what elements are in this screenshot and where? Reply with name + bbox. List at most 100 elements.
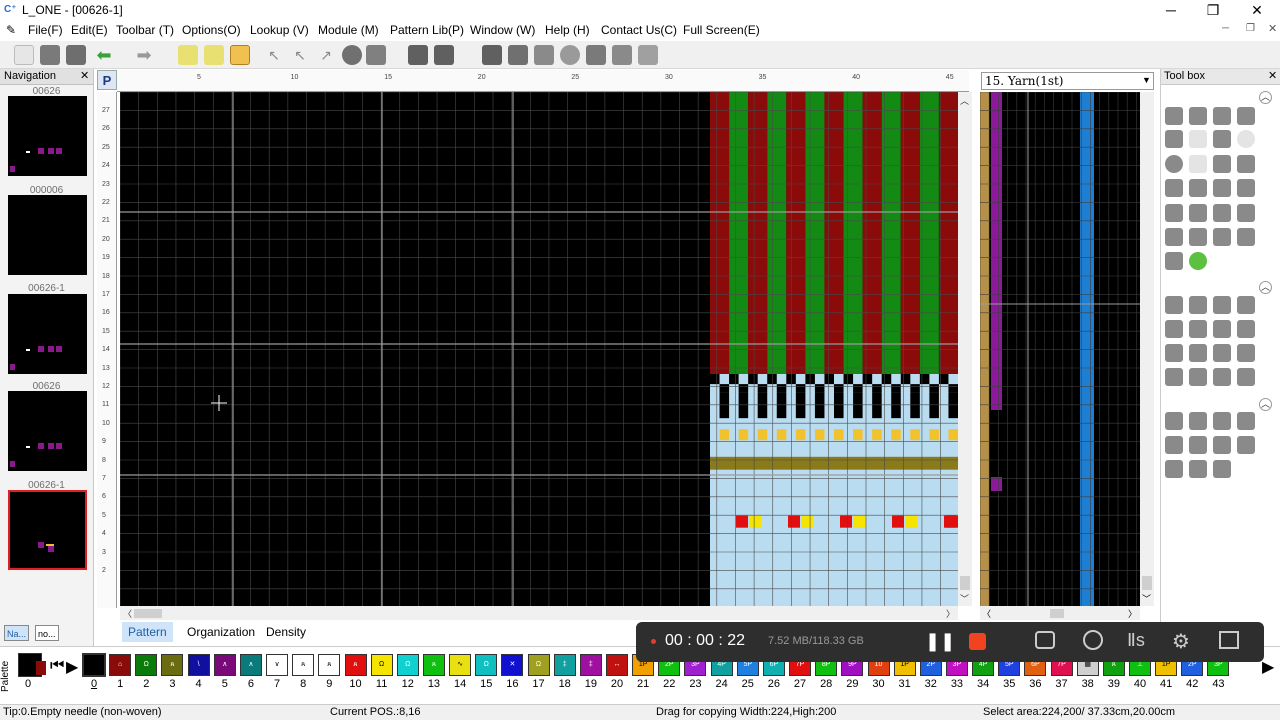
yarn-select[interactable]: 15. Yarn(1st) ▼ xyxy=(981,72,1154,90)
scroll-thumb[interactable] xyxy=(134,609,162,618)
pattern-icon[interactable] xyxy=(508,45,528,65)
secondary-color-swatch[interactable] xyxy=(36,661,46,675)
refresh-icon[interactable] xyxy=(1189,252,1207,270)
undo-icon[interactable]: ⬅ xyxy=(94,45,114,65)
select-icon[interactable]: ↖ xyxy=(264,45,284,65)
pen-icon[interactable] xyxy=(1213,107,1231,125)
nav-tab-navigation[interactable]: Na... xyxy=(4,625,30,641)
align-icon[interactable] xyxy=(408,45,428,65)
phone-icon[interactable] xyxy=(482,45,502,65)
stop-icon[interactable] xyxy=(969,633,986,650)
yarn-scrollbar[interactable]: ﹀ xyxy=(1140,92,1154,606)
palette-swatch[interactable]: Ω xyxy=(396,654,419,676)
menu-window[interactable]: Window (W) xyxy=(470,23,535,37)
menu-edit[interactable]: Edit(E) xyxy=(71,23,108,37)
scroll-thumb[interactable] xyxy=(1142,576,1152,590)
menu-contact-us[interactable]: Contact Us(C) xyxy=(601,23,677,37)
select-all-icon[interactable]: ↖ xyxy=(290,45,310,65)
tab-organization[interactable]: Organization xyxy=(181,622,262,642)
pencil-icon[interactable] xyxy=(1189,107,1207,125)
brush-icon[interactable] xyxy=(1237,107,1255,125)
nav-thumbnail-selected[interactable] xyxy=(8,490,87,570)
pause-icon[interactable]: ❚❚ xyxy=(925,631,955,652)
vertical-scrollbar[interactable]: ︿ ﹀ xyxy=(958,92,972,606)
select-grid-icon[interactable] xyxy=(1237,228,1255,246)
restore-button[interactable]: ❐ xyxy=(1190,0,1236,21)
scroll-up-icon[interactable]: ︿ xyxy=(960,94,969,107)
close-icon[interactable]: ✕ xyxy=(1268,69,1277,82)
dots-grid-icon[interactable] xyxy=(1213,228,1231,246)
phone-icon[interactable] xyxy=(1165,320,1183,338)
palette-swatch[interactable]: ✕ xyxy=(501,654,524,676)
horizontal-scrollbar[interactable]: 〈 〉 xyxy=(120,606,958,620)
palette-swatch[interactable]: Ω xyxy=(527,654,550,676)
layout-icon[interactable] xyxy=(1165,344,1183,362)
prev-icon[interactable]: ▶ xyxy=(66,657,78,677)
align-vertical-icon[interactable] xyxy=(1237,179,1255,197)
scroll-thumb[interactable] xyxy=(960,576,970,590)
palette-swatch[interactable]: ‡ xyxy=(579,654,602,676)
scroll-left-icon[interactable]: 〈 xyxy=(123,607,132,620)
collapse-icon[interactable]: ︿ xyxy=(1259,398,1272,411)
palette-swatch[interactable]: ጰ xyxy=(292,654,315,676)
menu-pattern-lib[interactable]: Pattern Lib(P) xyxy=(390,23,464,37)
menu-file[interactable]: File(F) xyxy=(28,23,63,37)
clamp-icon[interactable] xyxy=(1165,460,1183,478)
cut-icon[interactable] xyxy=(178,45,198,65)
pattern-icon[interactable] xyxy=(1213,368,1231,386)
first-icon[interactable]: ⏮ xyxy=(50,657,64,675)
redo-icon[interactable]: ➡ xyxy=(134,45,154,65)
align-right-icon[interactable] xyxy=(1213,179,1231,197)
gear-icon[interactable]: ⚙ xyxy=(1172,629,1190,654)
ellipse-outline-icon[interactable] xyxy=(1237,130,1255,148)
scroll-right-icon[interactable]: 〉 xyxy=(946,607,955,620)
next-icon[interactable]: ▶ xyxy=(1262,657,1274,677)
palette-swatch[interactable]: Ω xyxy=(370,654,393,676)
collapse-icon[interactable]: ︿ xyxy=(1259,91,1272,104)
distribute-icon[interactable] xyxy=(1165,204,1183,222)
close-button[interactable]: ✕ xyxy=(1234,0,1280,21)
menu-help[interactable]: Help (H) xyxy=(545,23,590,37)
chain-icon[interactable] xyxy=(1165,228,1183,246)
palette-swatch[interactable]: \ xyxy=(187,654,210,676)
document-icon[interactable]: ✎ xyxy=(6,23,20,37)
list-icon[interactable] xyxy=(1165,368,1183,386)
tab-density[interactable]: Density xyxy=(260,622,313,642)
open-icon[interactable] xyxy=(40,45,60,65)
fill-icon[interactable] xyxy=(1189,320,1207,338)
minimize-recorder-icon[interactable] xyxy=(1219,631,1239,649)
diamond-fill-icon[interactable] xyxy=(1213,155,1231,173)
ruler-icon[interactable] xyxy=(1165,296,1183,314)
minimize-button[interactable]: ─ xyxy=(1148,0,1194,21)
eraser-icon[interactable] xyxy=(1165,107,1183,125)
palette-swatch[interactable]: ∧ xyxy=(213,654,236,676)
nav-thumbnail[interactable] xyxy=(8,391,87,471)
draw-icon[interactable]: Ⅱs xyxy=(1127,630,1145,651)
camera-icon[interactable] xyxy=(1035,631,1055,649)
tab-pattern[interactable]: Pattern xyxy=(122,622,173,642)
mdi-restore-icon[interactable]: ❐ xyxy=(1246,23,1255,34)
yarn-grid[interactable] xyxy=(979,91,1140,606)
ruler-corner[interactable]: P xyxy=(97,70,117,90)
distribute-icon[interactable] xyxy=(434,45,454,65)
rectangle-fill-icon[interactable] xyxy=(1213,130,1231,148)
pac-icon[interactable] xyxy=(1165,412,1183,430)
mdi-close-icon[interactable]: ✕ xyxy=(1268,22,1277,35)
menu-module[interactable]: Module (M) xyxy=(318,23,379,37)
copy-icon[interactable] xyxy=(204,45,224,65)
rectangle-outline-icon[interactable] xyxy=(1189,130,1207,148)
transform-icon[interactable] xyxy=(1237,296,1255,314)
timer-icon[interactable] xyxy=(1083,630,1103,650)
scroll-down-icon[interactable]: ﹀ xyxy=(1142,592,1151,605)
palette-swatch[interactable]: ጰ xyxy=(161,654,184,676)
binoculars-icon[interactable] xyxy=(1213,436,1231,454)
menu-lookup[interactable]: Lookup (V) xyxy=(250,23,309,37)
pointer-icon[interactable]: ↗ xyxy=(316,45,336,65)
menu-full-screen[interactable]: Full Screen(E) xyxy=(683,23,760,37)
nav-thumbnail[interactable] xyxy=(8,96,87,176)
cube-icon[interactable] xyxy=(1213,460,1231,478)
palette-swatch[interactable]: ጰ xyxy=(422,654,445,676)
table-icon[interactable] xyxy=(1189,344,1207,362)
grid-icon[interactable] xyxy=(534,45,554,65)
picture-icon[interactable] xyxy=(1213,320,1231,338)
